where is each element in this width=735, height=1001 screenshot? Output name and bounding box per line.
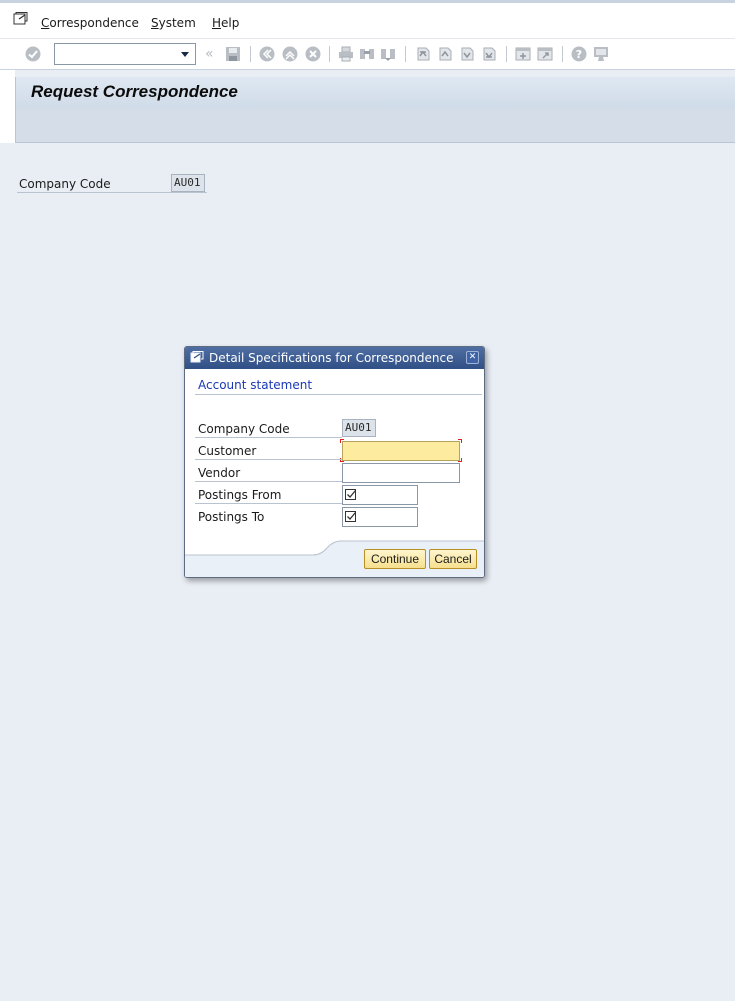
dialog-body: Account statement Company Code AU01 Cust…	[185, 369, 484, 577]
cancel-button[interactable]: Cancel	[429, 549, 477, 569]
application-toolbar	[15, 109, 735, 143]
create-session-icon[interactable]	[514, 45, 532, 63]
next-page-icon[interactable]	[458, 45, 476, 63]
svg-text:?: ?	[576, 48, 582, 61]
previous-page-icon[interactable]	[436, 45, 454, 63]
shortcut-icon[interactable]	[536, 45, 554, 63]
dialog-title: Detail Specifications for Correspondence	[209, 351, 454, 365]
cancel-icon[interactable]	[304, 45, 322, 63]
command-field[interactable]	[54, 43, 196, 65]
chevron-down-icon[interactable]	[181, 52, 189, 57]
menu-icon[interactable]	[13, 12, 29, 26]
left-edge	[0, 70, 15, 143]
back-icon[interactable]	[258, 45, 276, 63]
menu-help[interactable]: Help	[212, 16, 239, 30]
company-code-underline	[17, 192, 207, 193]
menu-system[interactable]: System	[151, 16, 196, 30]
help-icon[interactable]: ?	[570, 45, 588, 63]
print-icon[interactable]	[337, 45, 355, 63]
page-title: Request Correspondence	[31, 82, 238, 101]
toolbar-separator	[562, 46, 563, 62]
dialog-menu-icon[interactable]	[190, 351, 204, 364]
continue-button[interactable]: Continue	[364, 549, 426, 569]
last-page-icon[interactable]	[480, 45, 498, 63]
dialog-footer-divider	[185, 540, 484, 577]
find-next-icon[interactable]	[379, 45, 397, 63]
first-page-icon[interactable]	[414, 45, 432, 63]
menu-bar: Correspondence System Help	[0, 0, 735, 38]
toolbar-separator	[405, 46, 406, 62]
close-icon[interactable]: ✕	[466, 351, 479, 364]
dialog-header: Detail Specifications for Correspondence…	[185, 347, 484, 369]
find-icon[interactable]	[358, 45, 376, 63]
exit-icon[interactable]	[281, 45, 299, 63]
company-code-label: Company Code	[19, 177, 111, 191]
standard-toolbar: « ?	[0, 38, 735, 70]
customize-layout-icon[interactable]	[592, 45, 610, 63]
detail-specifications-dialog: Detail Specifications for Correspondence…	[184, 346, 485, 578]
save-icon[interactable]	[224, 45, 242, 63]
collapse-arrows-icon[interactable]: «	[205, 46, 214, 62]
enter-icon[interactable]	[24, 45, 42, 63]
menu-correspondence[interactable]: Correspondence	[41, 16, 139, 30]
title-bar: Request Correspondence	[15, 77, 735, 109]
toolbar-separator	[506, 46, 507, 62]
company-code-field: AU01	[171, 174, 205, 192]
toolbar-separator	[329, 46, 330, 62]
toolbar-separator	[250, 46, 251, 62]
